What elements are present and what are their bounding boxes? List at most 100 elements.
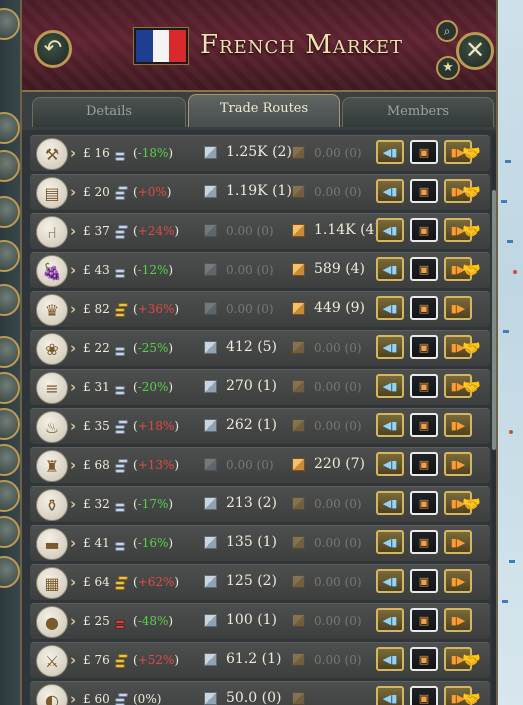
- glass-icon[interactable]: ⚱: [36, 489, 68, 521]
- create-import-route-button[interactable]: ▮▶: [444, 413, 472, 437]
- table-row[interactable]: ▬ › £ 41 (-16%) 135 (1) 0.00 (0) ◀▮ ▣ ▮▶: [30, 525, 490, 561]
- wood-icon[interactable]: ▤: [36, 177, 68, 209]
- chevron-right-icon[interactable]: ›: [70, 144, 76, 162]
- trade-route-toggle-button[interactable]: ▣: [410, 296, 438, 320]
- trade-route-toggle-button[interactable]: ▣: [410, 335, 438, 359]
- create-export-route-button[interactable]: ◀▮: [376, 686, 404, 705]
- create-export-route-button[interactable]: ◀▮: [376, 530, 404, 554]
- search-icon[interactable]: ⌕: [436, 20, 458, 42]
- create-export-route-button[interactable]: ◀▮: [376, 335, 404, 359]
- chevron-right-icon[interactable]: ›: [70, 456, 76, 474]
- grain-icon[interactable]: ❀: [36, 333, 68, 365]
- trade-route-toggle-button[interactable]: ▣: [410, 374, 438, 398]
- trade-route-toggle-button[interactable]: ▣: [410, 218, 438, 242]
- outliner-button[interactable]: [0, 8, 20, 40]
- table-row[interactable]: ♛ › £ 82 (+36%) 0.00 (0) 449 (9) ◀▮ ▣ ▮▶: [30, 291, 490, 327]
- outliner-button[interactable]: [0, 516, 20, 548]
- create-export-route-button[interactable]: ◀▮: [376, 491, 404, 515]
- outliner-button[interactable]: [0, 196, 20, 228]
- scrollbar[interactable]: [492, 135, 496, 705]
- handshake-icon[interactable]: 🤝: [462, 222, 481, 240]
- handshake-icon[interactable]: 🤝: [462, 183, 481, 201]
- create-import-route-button[interactable]: ▮▶: [444, 296, 472, 320]
- chevron-right-icon[interactable]: ›: [70, 300, 76, 318]
- chevron-right-icon[interactable]: ›: [70, 183, 76, 201]
- create-export-route-button[interactable]: ◀▮: [376, 647, 404, 671]
- create-export-route-button[interactable]: ◀▮: [376, 179, 404, 203]
- create-export-route-button[interactable]: ◀▮: [376, 452, 404, 476]
- table-row[interactable]: ♨ › £ 35 (+18%) 262 (1) 0.00 (0) ◀▮ ▣ ▮▶: [30, 408, 490, 444]
- steel-icon[interactable]: ▬: [36, 528, 68, 560]
- outliner-button[interactable]: [0, 336, 20, 368]
- table-row[interactable]: ♜ › £ 68 (+13%) 0.00 (0) 220 (7) ◀▮ ▣ ▮▶: [30, 447, 490, 483]
- tab-details[interactable]: Details: [32, 97, 186, 127]
- wine-icon[interactable]: 🍇: [36, 255, 68, 287]
- create-export-route-button[interactable]: ◀▮: [376, 140, 404, 164]
- trade-route-toggle-button[interactable]: ▣: [410, 257, 438, 281]
- trade-route-toggle-button[interactable]: ▣: [410, 140, 438, 164]
- table-row[interactable]: ⚔ › £ 76 (+52%) 61.2 (1) 0.00 (0) ◀▮ ▣ ▮…: [30, 642, 490, 678]
- chevron-right-icon[interactable]: ›: [70, 261, 76, 279]
- create-export-route-button[interactable]: ◀▮: [376, 608, 404, 632]
- furniture-icon[interactable]: ⑁: [36, 216, 68, 248]
- chevron-right-icon[interactable]: ›: [70, 417, 76, 435]
- trade-route-toggle-button[interactable]: ▣: [410, 647, 438, 671]
- chevron-right-icon[interactable]: ›: [70, 339, 76, 357]
- outliner-button[interactable]: [0, 284, 20, 316]
- trade-route-toggle-button[interactable]: ▣: [410, 452, 438, 476]
- outliner-button[interactable]: [0, 240, 20, 272]
- table-row[interactable]: ⑁ › £ 37 (+24%) 0.00 (0) 1.14K (4) ◀▮ ▣ …: [30, 213, 490, 249]
- handshake-icon[interactable]: 🤝: [462, 261, 481, 279]
- create-export-route-button[interactable]: ◀▮: [376, 569, 404, 593]
- table-row[interactable]: ≡ › £ 31 (-20%) 270 (1) 0.00 (0) ◀▮ ▣ ▮▶…: [30, 369, 490, 405]
- handshake-icon[interactable]: 🤝: [462, 651, 481, 669]
- outliner-button[interactable]: [0, 480, 20, 512]
- clothes-icon[interactable]: ♜: [36, 450, 68, 482]
- table-row[interactable]: 🍇 › £ 43 (-12%) 0.00 (0) 589 (4) ◀▮ ▣ ▮▶…: [30, 252, 490, 288]
- table-row[interactable]: ⚒ › £ 16 (-18%) 1.25K (2) 0.00 (0) ◀▮ ▣ …: [30, 135, 490, 171]
- trade-route-toggle-button[interactable]: ▣: [410, 686, 438, 705]
- trade-route-toggle-button[interactable]: ▣: [410, 491, 438, 515]
- create-export-route-button[interactable]: ◀▮: [376, 257, 404, 281]
- meat-icon[interactable]: ◐: [36, 684, 68, 705]
- chevron-right-icon[interactable]: ›: [70, 378, 76, 396]
- table-row[interactable]: ▤ › £ 20 (+0%) 1.19K (1) 0.00 (0) ◀▮ ▣ ▮…: [30, 174, 490, 210]
- outliner-button[interactable]: [0, 408, 20, 440]
- create-import-route-button[interactable]: ▮▶: [444, 530, 472, 554]
- small-arms-icon[interactable]: ⚔: [36, 645, 68, 677]
- handshake-icon[interactable]: 🤝: [462, 378, 481, 396]
- trade-route-toggle-button[interactable]: ▣: [410, 608, 438, 632]
- outliner-button[interactable]: [0, 150, 20, 182]
- paper-icon[interactable]: ▦: [36, 567, 68, 599]
- create-import-route-button[interactable]: ▮▶: [444, 608, 472, 632]
- create-export-route-button[interactable]: ◀▮: [376, 413, 404, 437]
- close-icon[interactable]: ✕: [456, 32, 494, 70]
- table-row[interactable]: ● › £ 25 (-48%) 100 (1) 0.00 (0) ◀▮ ▣ ▮▶: [30, 603, 490, 639]
- create-export-route-button[interactable]: ◀▮: [376, 218, 404, 242]
- table-row[interactable]: ❀ › £ 22 (-25%) 412 (5) 0.00 (0) ◀▮ ▣ ▮▶…: [30, 330, 490, 366]
- create-export-route-button[interactable]: ◀▮: [376, 296, 404, 320]
- outliner-button[interactable]: [0, 556, 20, 588]
- chevron-right-icon[interactable]: ›: [70, 651, 76, 669]
- lumber-icon[interactable]: ≡: [36, 372, 68, 404]
- chevron-right-icon[interactable]: ›: [70, 612, 76, 630]
- back-icon[interactable]: ↶: [34, 30, 72, 68]
- trade-route-toggle-button[interactable]: ▣: [410, 179, 438, 203]
- tab-trade-routes[interactable]: Trade Routes: [188, 94, 340, 127]
- handshake-icon[interactable]: 🤝: [462, 339, 481, 357]
- chevron-right-icon[interactable]: ›: [70, 534, 76, 552]
- tools-icon[interactable]: ⚒: [36, 138, 68, 170]
- tab-members[interactable]: Members: [342, 97, 494, 127]
- handshake-icon[interactable]: 🤝: [462, 690, 481, 705]
- create-export-route-button[interactable]: ◀▮: [376, 374, 404, 398]
- chevron-right-icon[interactable]: ›: [70, 495, 76, 513]
- handshake-icon[interactable]: 🤝: [462, 495, 481, 513]
- outliner-button[interactable]: [0, 112, 20, 144]
- liquor-icon[interactable]: ♨: [36, 411, 68, 443]
- trade-route-toggle-button[interactable]: ▣: [410, 413, 438, 437]
- table-row[interactable]: ▦ › £ 64 (+62%) 125 (2) 0.00 (0) ◀▮ ▣ ▮▶: [30, 564, 490, 600]
- chevron-right-icon[interactable]: ›: [70, 222, 76, 240]
- create-import-route-button[interactable]: ▮▶: [444, 452, 472, 476]
- outliner-button[interactable]: [0, 444, 20, 476]
- trade-route-toggle-button[interactable]: ▣: [410, 530, 438, 554]
